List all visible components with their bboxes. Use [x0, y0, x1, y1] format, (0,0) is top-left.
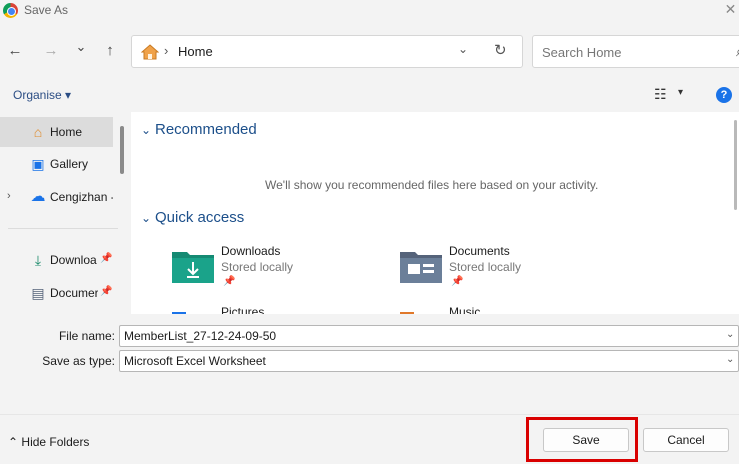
chevron-down-icon[interactable]: ⌄ — [141, 123, 151, 137]
organise-button[interactable]: Organise ▾ — [13, 88, 71, 102]
sidebar-item-downloads[interactable]: ⤓ Downloa 📌 — [0, 245, 113, 275]
file-name-field[interactable]: MemberList_27-12-24-09-50 ⌄ — [119, 325, 739, 347]
file-name-value: MemberList_27-12-24-09-50 — [124, 329, 277, 343]
address-bar[interactable]: › Home ⌄ ↻ — [131, 35, 523, 68]
chevron-down-icon[interactable]: ⌄ — [141, 211, 151, 225]
hide-folders-label: Hide Folders — [21, 435, 90, 449]
save-as-type-label: Save as type: — [42, 354, 115, 368]
quick-access-name: Music — [449, 305, 481, 314]
recent-locations-icon[interactable]: ⌄ — [70, 36, 92, 58]
chevron-down-icon[interactable]: ⌄ — [726, 329, 734, 340]
pin-icon: 📌 — [100, 253, 113, 264]
home-icon: ⌂ — [33, 124, 43, 140]
home-icon — [141, 44, 159, 60]
onedrive-icon: ☁ — [30, 188, 46, 205]
document-icon: ▤ — [31, 285, 45, 301]
sidebar-item-label: Documer — [50, 286, 98, 300]
save-as-type-select[interactable]: Microsoft Excel Worksheet ⌄ — [119, 350, 739, 372]
download-icon: ⤓ — [34, 252, 42, 268]
section-quick-access[interactable]: Quick access — [155, 209, 244, 226]
quick-access-item-music[interactable]: Music — [399, 305, 619, 314]
pin-icon: 📌 — [100, 286, 113, 297]
sidebar-item-home[interactable]: ⌂ Home — [0, 117, 113, 147]
cancel-button[interactable]: Cancel — [643, 428, 729, 452]
scrollbar-thumb[interactable] — [734, 120, 737, 210]
sidebar-scrollbar[interactable] — [120, 126, 124, 174]
save-highlight-box — [526, 417, 638, 462]
gallery-icon: ▣ — [31, 156, 45, 172]
chevron-up-icon: ⌃ — [8, 435, 19, 449]
pin-icon: 📌 — [223, 276, 236, 287]
quick-access-name: Downloads — [221, 244, 281, 258]
sidebar-item-gallery[interactable]: ▣ Gallery — [0, 149, 113, 179]
help-icon[interactable]: ? — [716, 87, 732, 103]
sidebar-item-documents[interactable]: ▤ Documer 📌 — [0, 278, 113, 308]
chevron-down-icon[interactable]: ⌄ — [458, 42, 468, 56]
title-bar: Save As ✕ — [0, 0, 739, 22]
window-title: Save As — [24, 3, 69, 17]
up-icon[interactable]: ↑ — [99, 40, 121, 62]
sidebar-item-label: Cengizhan - — [50, 190, 113, 204]
view-options-icon[interactable]: ☷ — [654, 86, 667, 103]
quick-access-item-pictures[interactable]: Pictures — [171, 305, 391, 314]
breadcrumb-separator: › — [164, 43, 169, 58]
forward-icon[interactable]: → — [40, 40, 62, 62]
save-form: File name: MemberList_27-12-24-09-50 ⌄ S… — [0, 314, 739, 414]
command-bar: Organise ▾ ☷ ▾ ? — [0, 80, 739, 112]
file-name-label: File name: — [58, 329, 115, 343]
downloads-folder-icon — [172, 252, 214, 283]
sidebar-item-label: Downloa — [50, 253, 97, 267]
file-list-scrollbar[interactable] — [731, 112, 739, 314]
sidebar-item-label: Home — [50, 125, 83, 139]
section-recommended[interactable]: Recommended — [155, 121, 257, 138]
sidebar-item-label: Gallery — [50, 157, 89, 171]
refresh-icon[interactable]: ↻ — [494, 41, 507, 59]
recommended-empty-message: We'll show you recommended files here ba… — [265, 178, 599, 192]
pin-icon: 📌 — [451, 276, 464, 287]
navigation-pane: ⌂ Home ▣ Gallery › ☁ Cengizhan - ⤓ Downl… — [0, 112, 130, 314]
quick-access-name: Documents — [449, 244, 510, 258]
close-icon[interactable]: ✕ — [722, 0, 739, 20]
search-input[interactable]: Search Home ⌕ — [532, 35, 739, 68]
file-list: ⌄ Recommended We'll show you recommended… — [131, 112, 739, 314]
save-as-dialog: Save As ✕ ← → ⌄ ↑ › Home ⌄ ↻ Search Home… — [0, 0, 739, 464]
quick-access-item-downloads[interactable]: Downloads Stored locally 📌 — [171, 244, 391, 304]
quick-access-item-documents[interactable]: Documents Stored locally 📌 — [399, 244, 619, 304]
sidebar-divider — [8, 228, 118, 229]
quick-access-status: Stored locally — [221, 260, 294, 274]
hide-folders-button[interactable]: ⌃ Hide Folders — [8, 435, 89, 449]
chevron-down-icon[interactable]: ▾ — [678, 87, 683, 98]
chrome-icon — [3, 3, 18, 18]
search-placeholder: Search Home — [542, 45, 622, 60]
save-as-type-value: Microsoft Excel Worksheet — [124, 354, 266, 368]
back-icon[interactable]: ← — [4, 40, 26, 62]
expand-icon[interactable]: › — [7, 190, 11, 202]
breadcrumb[interactable]: Home — [178, 44, 213, 59]
sidebar-item-onedrive[interactable]: › ☁ Cengizhan - — [0, 182, 113, 212]
chevron-down-icon[interactable]: ⌄ — [726, 354, 734, 365]
quick-access-status: Stored locally — [449, 260, 522, 274]
documents-folder-icon — [400, 252, 442, 283]
quick-access-name: Pictures — [221, 305, 265, 314]
